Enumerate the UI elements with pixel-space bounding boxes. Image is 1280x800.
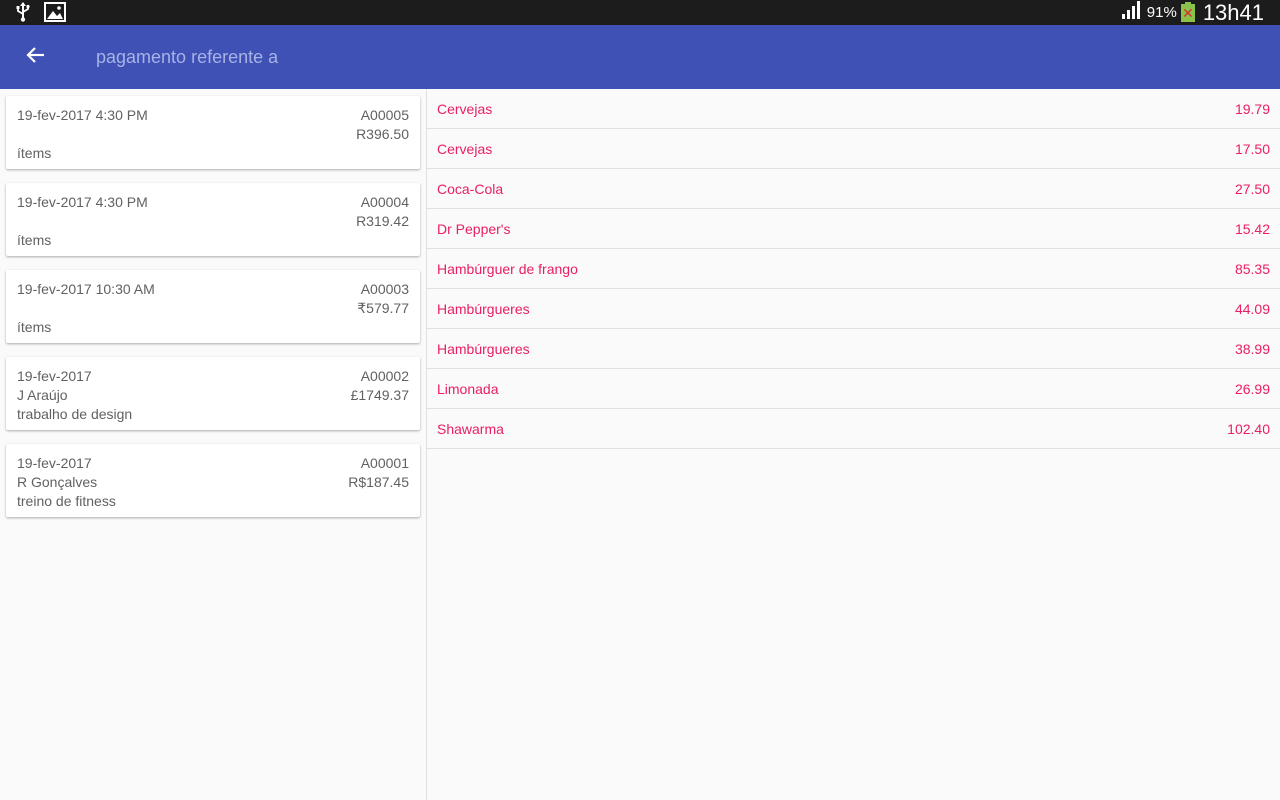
invoice-date: 19-fev-2017 10:30 AM	[17, 281, 155, 297]
invoice-card[interactable]: 19-fev-2017 4:30 PM A00004 R319.42 ítems	[6, 183, 420, 256]
item-row[interactable]: Shawarma 102.40	[427, 409, 1280, 449]
item-name: Shawarma	[437, 421, 504, 437]
invoice-number: A00002	[360, 368, 409, 384]
invoice-amount: R396.50	[356, 126, 409, 142]
item-row[interactable]: Limonada 26.99	[427, 369, 1280, 409]
item-row[interactable]: Coca-Cola 27.50	[427, 169, 1280, 209]
status-bar: 91% ✕ 13h41	[0, 0, 1280, 25]
status-bar-left	[14, 2, 66, 27]
invoice-card[interactable]: 19-fev-2017 4:30 PM A00005 R396.50 ítems	[6, 96, 420, 169]
image-notification-icon	[44, 2, 66, 27]
item-price: 44.09	[1234, 301, 1270, 317]
invoice-description: ítems	[17, 145, 52, 161]
item-name: Limonada	[437, 381, 499, 397]
app-bar: pagamento referente a	[0, 25, 1280, 89]
item-name: Hambúrgueres	[437, 301, 530, 317]
battery-icon: ✕	[1180, 1, 1195, 22]
invoice-number: A00004	[360, 194, 409, 210]
item-price: 102.40	[1227, 421, 1270, 437]
back-button[interactable]	[20, 41, 52, 73]
invoice-date: 19-fev-2017	[17, 455, 92, 471]
item-row[interactable]: Hambúrgueres 38.99	[427, 329, 1280, 369]
invoice-card[interactable]: 19-fev-2017 10:30 AM A00003 ₹579.77 ítem…	[6, 270, 420, 343]
item-price: 38.99	[1234, 341, 1270, 357]
invoice-description: treino de fitness	[17, 493, 116, 509]
invoice-date: 19-fev-2017 4:30 PM	[17, 194, 148, 210]
invoice-description: ítems	[17, 319, 52, 335]
invoice-card[interactable]: 19-fev-2017 A00001 R Gonçalves R$187.45 …	[6, 444, 420, 517]
invoice-date: 19-fev-2017	[17, 368, 92, 384]
invoice-description: ítems	[17, 232, 52, 248]
invoice-number: A00001	[360, 455, 409, 471]
invoice-amount: £1749.37	[350, 387, 409, 403]
invoice-client: R Gonçalves	[17, 474, 98, 490]
item-price: 19.79	[1234, 101, 1270, 117]
item-row[interactable]: Hambúrguer de frango 85.35	[427, 249, 1280, 289]
item-row[interactable]: Hambúrgueres 44.09	[427, 289, 1280, 329]
item-name: Coca-Cola	[437, 181, 504, 197]
item-price: 26.99	[1234, 381, 1270, 397]
item-row[interactable]: Cervejas 19.79	[427, 89, 1280, 129]
battery-percent: 91%	[1146, 4, 1177, 21]
item-name: Dr Pepper's	[437, 221, 511, 237]
item-name: Cervejas	[437, 141, 493, 157]
invoice-number: A00005	[360, 107, 409, 123]
item-price: 27.50	[1234, 181, 1270, 197]
clock: 13h41	[1202, 0, 1264, 25]
invoice-description: trabalho de design	[17, 406, 133, 422]
invoice-client: J Araújo	[17, 387, 68, 403]
signal-icon	[1121, 0, 1143, 25]
item-row[interactable]: Cervejas 17.50	[427, 129, 1280, 169]
item-list: Cervejas 19.79 Cervejas 17.50 Coca-Cola …	[427, 89, 1280, 800]
invoice-amount: R319.42	[356, 213, 409, 229]
usb-icon	[14, 2, 32, 27]
item-row[interactable]: Dr Pepper's 15.42	[427, 209, 1280, 249]
invoice-date: 19-fev-2017 4:30 PM	[17, 107, 148, 123]
invoice-amount: R$187.45	[348, 474, 409, 490]
item-price: 85.35	[1234, 261, 1270, 277]
item-name: Hambúrguer de frango	[437, 261, 578, 277]
item-price: 15.42	[1234, 221, 1270, 237]
status-bar-right: 91% ✕ 13h41	[1121, 0, 1264, 25]
invoice-list: 19-fev-2017 4:30 PM A00005 R396.50 ítems…	[0, 89, 426, 800]
item-price: 17.50	[1234, 141, 1270, 157]
page-title: pagamento referente a	[96, 47, 279, 67]
invoice-card[interactable]: 19-fev-2017 A00002 J Araújo £1749.37 tra…	[6, 357, 420, 430]
invoice-amount: ₹579.77	[357, 300, 409, 316]
item-name: Hambúrgueres	[437, 341, 530, 357]
invoice-number: A00003	[360, 281, 409, 297]
arrow-back-icon	[26, 45, 46, 70]
item-name: Cervejas	[437, 101, 493, 117]
